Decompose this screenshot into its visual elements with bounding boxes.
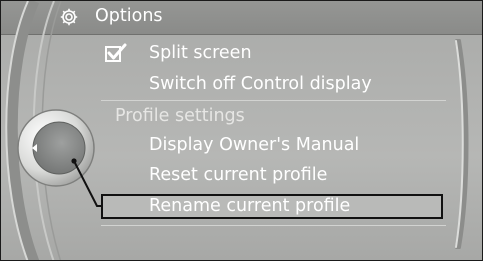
menu-item-split-screen[interactable]: Split screen <box>149 42 252 64</box>
menu-item-reset-current-profile[interactable]: Reset current profile <box>149 164 327 186</box>
checkmark-icon <box>105 43 127 62</box>
menu-item-display-owners-manual[interactable]: Display Owner's Manual <box>149 134 359 156</box>
section-header-profile-settings: Profile settings <box>115 106 245 126</box>
menu-item-switch-off-display[interactable]: Switch off Control display <box>149 73 372 95</box>
menu-item-rename-current-profile[interactable]: Rename current profile <box>149 195 350 217</box>
bottom-divider <box>101 225 446 226</box>
display-screen: Options Split screen Switch off Control … <box>0 0 483 261</box>
section-divider <box>101 100 446 101</box>
decorative-arcs <box>5 1 62 260</box>
scrollbar[interactable] <box>453 39 469 249</box>
